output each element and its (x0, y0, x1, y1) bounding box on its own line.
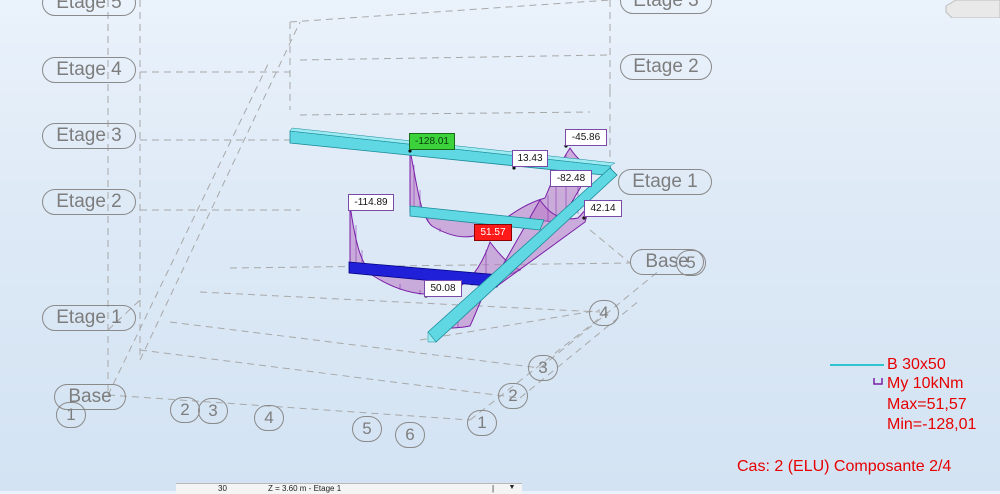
load-case-label: Cas: 2 (ELU) Composante 2/4 (737, 458, 952, 475)
status-bar: 30 Z = 3.60 m - Etage 1 | ▼ (176, 483, 522, 494)
axis-label-front-3: 3 (528, 355, 558, 381)
level-label-etage1: Etage 1 (42, 305, 136, 331)
axis-label-front-4: 4 (589, 300, 619, 326)
axis-label-front-2: 2 (498, 383, 528, 409)
chevron-down-icon[interactable]: ▼ (506, 484, 518, 491)
legend-max: Max=51,57 (887, 396, 967, 413)
axis-label-4: 4 (254, 405, 284, 431)
status-field-1: 30 (218, 484, 227, 493)
axis-label-3: 3 (198, 398, 228, 424)
3d-structure-viewport[interactable]: Etage 5 Etage 4 Etage 3 Etage 2 Etage 1 … (0, 0, 1000, 491)
moment-value: -82.48 (550, 170, 592, 187)
axis-label-1: 1 (56, 402, 86, 428)
level-label-right-etage2: Etage 2 (620, 54, 712, 80)
moment-value: -45.86 (565, 129, 607, 146)
level-label-etage5: Etage 5 (42, 0, 136, 16)
level-label-right-etage1: Etage 1 (618, 169, 712, 195)
structure-view (107, 0, 884, 421)
moment-value: -114.89 (348, 194, 394, 211)
legend-min: Min=-128,01 (887, 416, 977, 433)
view-cube[interactable] (944, 0, 1000, 18)
axis-label-2: 2 (170, 397, 200, 423)
moment-value: 13.43 (512, 150, 548, 167)
level-label-right-etage3: Etage 3 (620, 0, 712, 14)
moment-value: 42.14 (584, 200, 622, 217)
axis-label-6: 6 (395, 422, 425, 448)
legend-diagram-swatch (873, 378, 883, 385)
status-field-2: Z = 3.60 m - Etage 1 (268, 484, 342, 493)
status-separator-icon: | (491, 484, 495, 493)
axis-label-front-5: 5 (676, 250, 706, 276)
legend-section: B 30x50 (887, 356, 946, 373)
legend-diagram: My 10kNm (887, 375, 964, 392)
moment-value-max: 51.57 (474, 224, 512, 241)
moment-value: 50.08 (424, 280, 462, 297)
axis-label-front-1: 1 (467, 410, 497, 436)
moment-value-min: -128.01 (409, 133, 455, 150)
axis-label-5: 5 (352, 416, 382, 442)
level-label-etage4: Etage 4 (42, 57, 136, 83)
level-label-etage3: Etage 3 (42, 123, 136, 149)
level-label-etage2: Etage 2 (42, 189, 136, 215)
